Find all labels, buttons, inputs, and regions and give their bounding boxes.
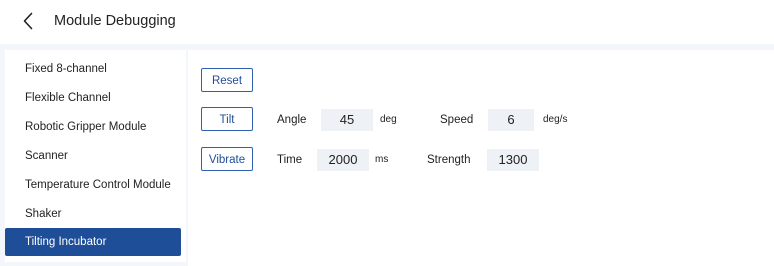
speed-unit: deg/s <box>543 114 568 125</box>
sidebar-item-temperature-control-module[interactable]: Temperature Control Module <box>5 171 181 199</box>
strength-label: Strength <box>427 154 471 166</box>
sidebar-item-fixed-8-channel[interactable]: Fixed 8-channel <box>5 55 181 83</box>
control-panel <box>188 50 774 266</box>
page-title: Module Debugging <box>54 13 176 29</box>
tilt-button[interactable]: Tilt <box>201 107 253 131</box>
angle-label: Angle <box>277 114 307 126</box>
back-button[interactable] <box>20 11 36 31</box>
sidebar-item-shaker[interactable]: Shaker <box>5 200 181 228</box>
sidebar-item-scanner[interactable]: Scanner <box>5 142 181 170</box>
sidebar-item-flexible-channel[interactable]: Flexible Channel <box>5 84 181 112</box>
speed-label: Speed <box>440 114 474 126</box>
strength-input[interactable] <box>487 149 539 171</box>
vibrate-button[interactable]: Vibrate <box>201 147 253 171</box>
time-input[interactable] <box>317 149 369 171</box>
angle-input[interactable] <box>321 109 373 131</box>
time-label: Time <box>277 154 303 166</box>
speed-input[interactable] <box>488 109 534 131</box>
header-bar: Module Debugging <box>0 0 774 42</box>
reset-button[interactable]: Reset <box>201 68 253 92</box>
sidebar-item-robotic-gripper-module[interactable]: Robotic Gripper Module <box>5 113 181 141</box>
sidebar-item-tilting-incubator[interactable]: Tilting Incubator <box>5 228 181 256</box>
angle-unit: deg <box>380 114 397 125</box>
chevron-left-icon <box>23 12 33 30</box>
time-unit: ms <box>375 154 389 165</box>
